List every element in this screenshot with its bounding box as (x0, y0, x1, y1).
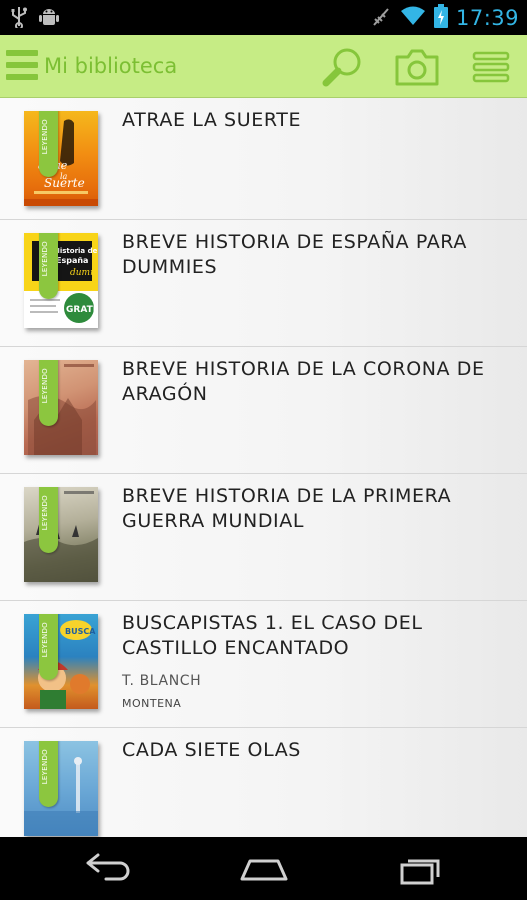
usb-icon (10, 6, 28, 32)
book-cover: atrae la Suerte LEYENDO (24, 111, 98, 206)
list-item[interactable]: atrae la Suerte LEYENDO ATRAE LA SUERTE (0, 98, 527, 220)
camera-icon[interactable] (394, 45, 440, 89)
svg-text:dummies: dummies (70, 268, 98, 278)
android-debug-icon (38, 6, 60, 32)
book-title: CADA SIETE OLAS (122, 739, 301, 761)
search-icon[interactable] (321, 45, 365, 89)
wifi-icon (400, 5, 426, 31)
list-item[interactable]: LEYENDO CADA SIETE OLAS (0, 728, 527, 837)
list-item[interactable]: LEYENDO BREVE HISTORIA DE LA PRIMERA GUE… (0, 474, 527, 601)
list-item[interactable]: BUSCA LEYENDO BUSCAPISTAS 1. EL CASO DEL… (0, 601, 527, 728)
action-bar: Mi biblioteca (0, 35, 527, 98)
reading-ribbon-label: LEYENDO (41, 368, 49, 404)
cover-line: Historia de (54, 247, 98, 255)
cover-line: Suerte (44, 176, 85, 190)
back-icon[interactable] (76, 849, 136, 889)
cover-line: GRATIS (66, 305, 98, 315)
status-bar: 17:39 (0, 0, 527, 35)
book-cover: LEYENDO (24, 487, 98, 582)
book-title: BREVE HISTORIA DE LA PRIMERA GUERRA MUND… (122, 485, 452, 532)
book-cover: BUSCA LEYENDO (24, 614, 98, 709)
book-publisher: MONTENA (122, 697, 182, 710)
reading-ribbon-label: LEYENDO (41, 119, 49, 155)
book-cover: LEYENDO (24, 360, 98, 455)
svg-text:BUSCA: BUSCA (65, 627, 96, 636)
menu-icon[interactable] (6, 49, 40, 83)
battery-charging-icon (433, 4, 448, 32)
book-title: BREVE HISTORIA DE LA CORONA DE ARAGÓN (122, 358, 485, 405)
list-item[interactable]: LEYENDO BREVE HISTORIA DE LA CORONA DE A… (0, 347, 527, 474)
book-cover: LEYENDO (24, 741, 98, 836)
list-item[interactable]: Historia de España dummies GRATIS LEYEND… (0, 220, 527, 347)
recent-apps-icon[interactable] (392, 849, 452, 889)
home-icon[interactable] (234, 849, 294, 889)
navigation-bar (0, 837, 527, 900)
book-author: T. BLANCH (122, 673, 202, 689)
reading-ribbon-label: LEYENDO (41, 622, 49, 658)
page-title: Mi biblioteca (44, 54, 178, 78)
signal-off-icon (370, 5, 392, 31)
book-title: BUSCAPISTAS 1. EL CASO DEL CASTILLO ENCA… (122, 612, 423, 659)
book-title: ATRAE LA SUERTE (122, 109, 302, 131)
reading-ribbon-label: LEYENDO (41, 749, 49, 785)
book-cover: Historia de España dummies GRATIS LEYEND… (24, 233, 98, 328)
book-list[interactable]: atrae la Suerte LEYENDO ATRAE LA SUERTE … (0, 98, 527, 837)
overflow-icon[interactable] (471, 47, 511, 87)
cover-line: España (56, 256, 88, 265)
status-time: 17:39 (455, 6, 519, 30)
book-title: BREVE HISTORIA DE ESPAÑA PARA DUMMIES (122, 231, 467, 278)
reading-ribbon-label: LEYENDO (41, 495, 49, 531)
reading-ribbon-label: LEYENDO (41, 241, 49, 277)
